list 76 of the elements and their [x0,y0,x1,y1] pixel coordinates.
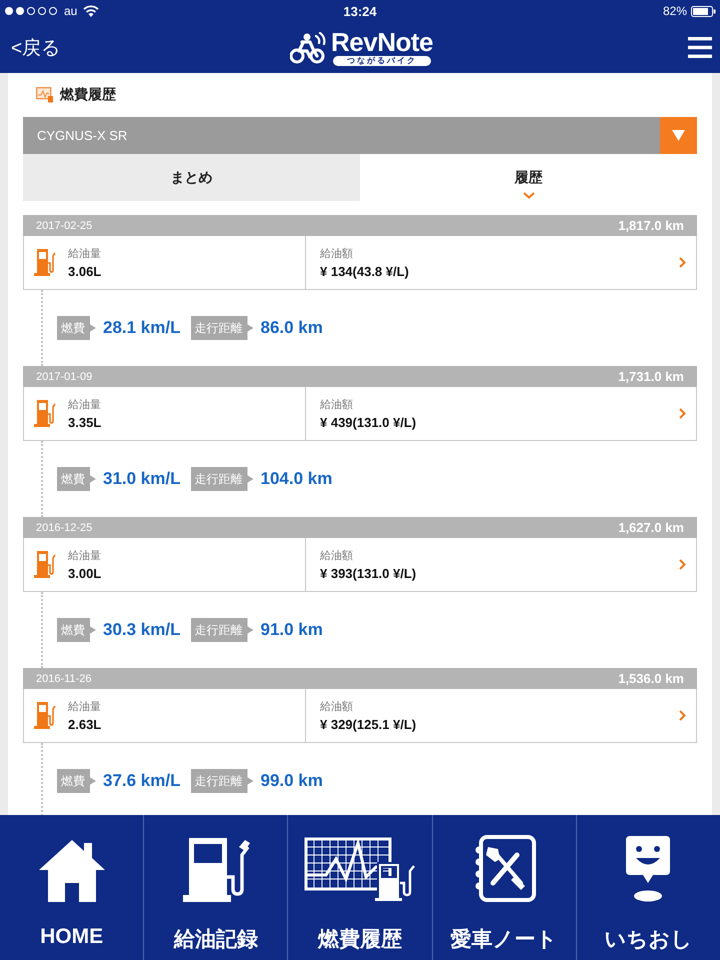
fuel-entry-row[interactable]: 給油量 3.06L 給油額 ¥ 134(43.8 ¥/L) [23,236,697,290]
back-button[interactable]: <戻る [11,34,60,60]
fuel-entry-row[interactable]: 給油量 3.00L 給油額 ¥ 393(131.0 ¥/L) [23,538,697,592]
battery-percent: 82% [662,4,687,18]
field-value: 3.06L [68,264,102,279]
efficiency-value: 31.0 km/L [103,469,180,489]
field-value: ¥ 329(125.1 ¥/L) [320,717,416,732]
field-value: 2.63L [68,717,102,732]
field-label: 給油額 [320,246,354,261]
efficiency-value: 28.1 km/L [103,318,180,338]
signal-icon [4,6,58,16]
efficiency-value: 30.3 km/L [103,620,180,640]
smiley-pin-icon [625,835,672,903]
distance-value: 86.0 km [260,318,323,338]
fuel-entry-row[interactable]: 給油量 3.35L 給油額 ¥ 439(131.0 ¥/L) [23,387,697,441]
chevron-right-icon [679,559,686,570]
distance-value: 99.0 km [260,771,323,791]
odometer-reading: 1,536.0 km [618,671,684,686]
field-value: 3.00L [68,566,102,581]
app-logo-tagline: つながるバイク [333,56,431,66]
house-icon [38,839,106,903]
chevron-right-icon [679,408,686,419]
battery-icon [691,6,716,16]
efficiency-value: 37.6 km/L [103,771,180,791]
fuel-pump-icon [180,837,251,903]
fuel-pump-icon [34,701,56,730]
menu-icon[interactable] [688,37,712,58]
tab-bar-item[interactable]: 愛車ノート [432,815,576,960]
field-label: 給油額 [320,548,354,563]
odometer-reading: 1,731.0 km [618,369,684,384]
stat-tag: 燃費 [57,618,96,642]
entry-date: 2017-01-09 [36,370,92,382]
chevron-down-icon [522,192,534,199]
fuel-entry-row[interactable]: 給油量 2.63L 給油額 ¥ 329(125.1 ¥/L) [23,689,697,743]
field-value: ¥ 393(131.0 ¥/L) [320,566,416,581]
field-label: 給油量 [68,549,102,563]
stat-tag: 走行距離 [190,316,254,340]
field-label: 給油量 [68,247,102,261]
odometer-reading: 1,817.0 km [618,218,684,233]
fuel-pump-icon [34,399,56,428]
cyclist-icon [290,32,328,64]
chevron-right-icon [679,710,686,721]
entry-date: 2016-11-26 [36,672,92,684]
distance-value: 104.0 km [260,469,332,489]
stat-tag: 走行距離 [190,618,254,642]
fuel-chart-icon [304,837,416,903]
app-logo-title: RevNote [331,29,433,55]
tab-bar-item[interactable]: HOME [0,815,144,960]
entry-date: 2016-12-25 [36,522,92,534]
tab-bar-item[interactable]: 給油記録 [143,815,288,960]
tab[interactable]: まとめ [23,154,360,201]
carrier-name: au [64,4,78,18]
field-value: ¥ 134(43.8 ¥/L) [320,264,409,279]
fuel-pump-icon [34,550,56,579]
wifi-icon [83,5,100,17]
field-label: 給油量 [68,700,102,714]
tab-bar-item[interactable]: いちおし [576,815,720,960]
field-value: 3.35L [68,415,102,430]
stat-tag: 走行距離 [190,467,254,491]
field-label: 給油量 [68,398,102,412]
section-title: 燃費履歴 [60,86,116,104]
chart-icon [36,87,54,103]
fuel-pump-icon [34,248,56,277]
distance-value: 91.0 km [260,620,323,640]
odometer-reading: 1,627.0 km [618,520,684,535]
stat-tag: 燃費 [57,467,96,491]
chevron-right-icon [679,257,686,268]
stat-tag: 燃費 [57,316,96,340]
tab-bar-item[interactable]: 燃費履歴 [287,815,432,960]
entry-date: 2017-02-25 [36,220,92,232]
stat-tag: 走行距離 [190,769,254,793]
field-value: ¥ 439(131.0 ¥/L) [320,415,416,430]
stat-tag: 燃費 [57,769,96,793]
field-label: 給油額 [320,700,354,714]
field-label: 給油額 [320,398,354,412]
status-time: 13:24 [343,4,377,18]
